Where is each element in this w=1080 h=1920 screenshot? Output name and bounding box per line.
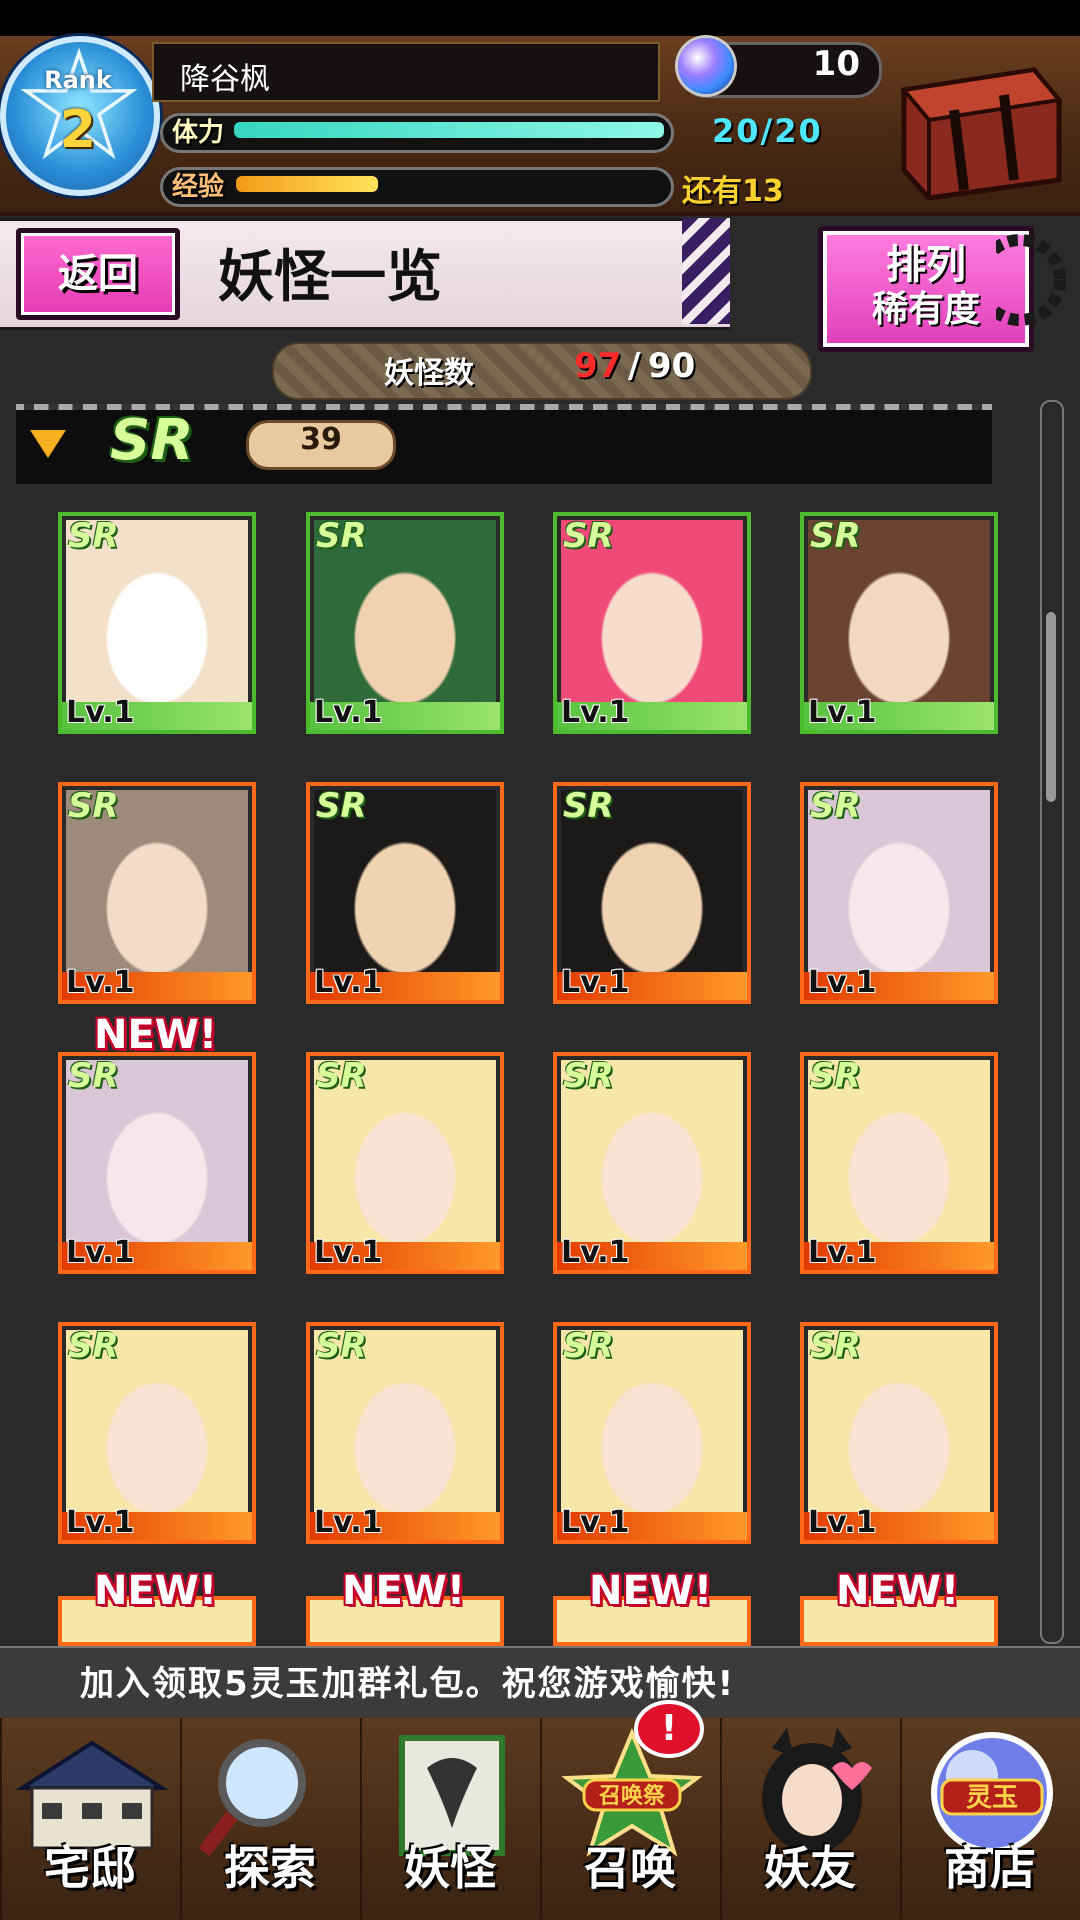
- rarity-badge: SR: [68, 516, 119, 556]
- monster-count-current: 97: [574, 346, 622, 386]
- rarity-badge: SR: [810, 786, 861, 826]
- monster-card[interactable]: SR Lv.1: [800, 512, 998, 734]
- monster-card[interactable]: SR Lv.1: [800, 782, 998, 1004]
- news-ticker-text: 加入领取5灵玉加群礼包。祝您游戏愉快!: [80, 1664, 736, 1704]
- page-title: 妖怪一览: [218, 245, 442, 310]
- alert-icon: !: [660, 1708, 678, 1749]
- nav-monsters-label[interactable]: 妖怪: [360, 1832, 540, 1898]
- scrollbar-track[interactable]: [1040, 400, 1064, 1644]
- rank-value: 2: [59, 100, 97, 160]
- new-badge: NEW!: [342, 1568, 466, 1614]
- monster-level: Lv.1: [314, 1235, 383, 1270]
- section-rarity-badge: SR: [110, 408, 194, 473]
- new-badge: NEW!: [94, 1568, 218, 1614]
- monster-card[interactable]: SR Lv.1: [800, 1052, 998, 1274]
- spirit-orb-icon: [678, 38, 734, 94]
- rarity-badge: SR: [563, 786, 614, 826]
- monster-card[interactable]: SR Lv.1: [58, 512, 256, 734]
- gem-count: 10: [812, 44, 860, 84]
- monster-level: Lv.1: [66, 965, 135, 1000]
- section-count: 39: [300, 422, 342, 457]
- rarity-badge: SR: [68, 1056, 119, 1096]
- stamina-label: 体力: [172, 118, 225, 148]
- stamina-bar-fill: [234, 122, 664, 138]
- monster-card[interactable]: SR Lv.1: [306, 1322, 504, 1544]
- monster-level: Lv.1: [66, 695, 135, 730]
- collapse-arrow-icon[interactable]: [30, 430, 66, 458]
- monster-count-max: 90: [648, 346, 696, 386]
- rank-label: Rank: [44, 66, 112, 94]
- nav-shop-label[interactable]: 商店: [900, 1832, 1080, 1898]
- rarity-badge: SR: [316, 1056, 367, 1096]
- monster-card[interactable]: SR Lv.1: [306, 1052, 504, 1274]
- rarity-badge: SR: [68, 1326, 119, 1366]
- monster-level: Lv.1: [808, 1235, 877, 1270]
- exp-bar-fill: [236, 176, 378, 192]
- monster-level: Lv.1: [808, 965, 877, 1000]
- new-badge: NEW!: [589, 1568, 713, 1614]
- rarity-badge: SR: [810, 1056, 861, 1096]
- nav-friends-label[interactable]: 妖友: [720, 1832, 900, 1898]
- monster-count-label: 妖怪数: [384, 356, 474, 391]
- monster-card[interactable]: SR Lv.1: [58, 782, 256, 1004]
- monster-card[interactable]: SR Lv.1: [306, 512, 504, 734]
- rarity-badge: SR: [316, 1326, 367, 1366]
- monster-level: Lv.1: [66, 1235, 135, 1270]
- monster-card[interactable]: SR Lv.1: [553, 782, 751, 1004]
- monster-card[interactable]: SR Lv.1: [553, 512, 751, 734]
- nav-summon-label[interactable]: 召唤: [540, 1832, 720, 1898]
- monster-level: Lv.1: [561, 965, 630, 1000]
- exp-remaining: 还有13: [682, 174, 784, 209]
- nav-mansion-label[interactable]: 宅邸: [0, 1832, 180, 1898]
- monster-level: Lv.1: [561, 695, 630, 730]
- monster-level: Lv.1: [808, 1505, 877, 1540]
- monster-card[interactable]: SR Lv.1: [553, 1052, 751, 1274]
- title-stripe-decoration: [682, 218, 730, 324]
- rarity-badge: SR: [316, 516, 367, 556]
- rarity-badge: SR: [68, 786, 119, 826]
- monster-count-separator: /: [628, 346, 641, 386]
- treasure-chest-icon[interactable]: [884, 50, 1064, 200]
- player-name: 降谷枫: [180, 62, 270, 97]
- summon-festival-label: 召唤祭: [598, 1783, 666, 1809]
- monster-level: Lv.1: [808, 695, 877, 730]
- shop-orb-label: 灵玉: [966, 1783, 1018, 1813]
- gear-icon: [996, 234, 1066, 326]
- scrollbar-thumb[interactable]: [1046, 612, 1056, 802]
- new-badge: NEW!: [94, 1012, 218, 1058]
- nav-explore-label[interactable]: 探索: [180, 1832, 360, 1898]
- rarity-badge: SR: [810, 516, 861, 556]
- monster-card[interactable]: SR Lv.1: [306, 782, 504, 1004]
- rarity-badge: SR: [563, 1056, 614, 1096]
- rarity-badge: SR: [563, 516, 614, 556]
- monster-level: Lv.1: [314, 695, 383, 730]
- monster-level: Lv.1: [561, 1235, 630, 1270]
- monster-level: Lv.1: [314, 1505, 383, 1540]
- exp-label: 经验: [172, 172, 225, 202]
- new-badge: NEW!: [836, 1568, 960, 1614]
- monster-card[interactable]: SR Lv.1: [553, 1322, 751, 1544]
- monster-card[interactable]: SR Lv.1: [58, 1322, 256, 1544]
- monster-level: Lv.1: [314, 965, 383, 1000]
- stamina-value: 20/20: [712, 112, 823, 150]
- status-bar: [0, 0, 1080, 36]
- monster-count-pill: [272, 342, 812, 400]
- monster-level: Lv.1: [561, 1505, 630, 1540]
- rarity-badge: SR: [316, 786, 367, 826]
- rarity-badge: SR: [810, 1326, 861, 1366]
- back-button-label[interactable]: 返回: [16, 228, 180, 320]
- monster-card[interactable]: SR Lv.1: [800, 1322, 998, 1544]
- monster-level: Lv.1: [66, 1505, 135, 1540]
- monster-card[interactable]: SR Lv.1: [58, 1052, 256, 1274]
- rarity-badge: SR: [563, 1326, 614, 1366]
